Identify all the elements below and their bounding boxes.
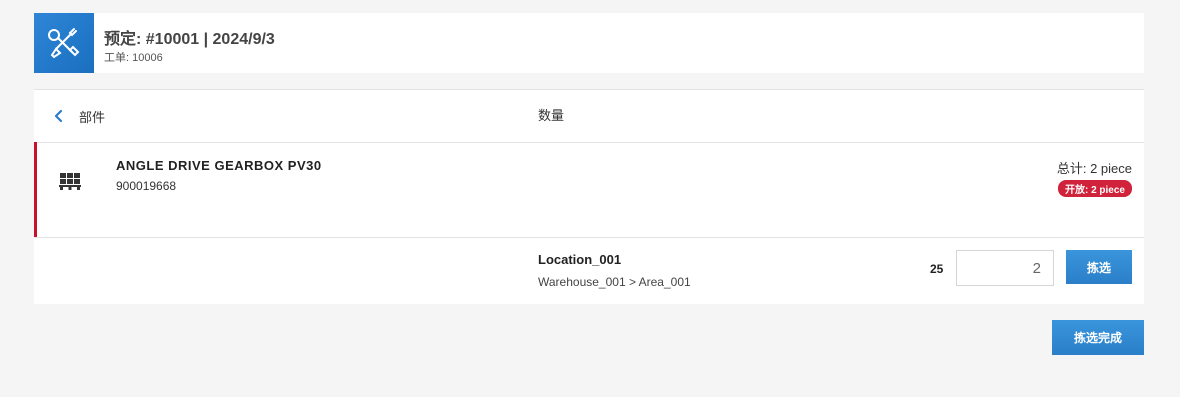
status-accent-bar <box>34 142 37 237</box>
location-path: Warehouse_001 > Area_001 <box>538 275 691 289</box>
order-header: 预定: #10001 | 2024/9/3 工单: 10006 <box>34 13 1144 73</box>
order-title: 预定: #10001 | 2024/9/3 <box>104 31 275 48</box>
tools-icon <box>34 13 94 73</box>
picking-panel: 部件 数量 ANGLE DRIVE GEARBOX PV30 900019668… <box>34 89 1144 304</box>
total-quantity: 总计: 2 piece <box>1056 161 1132 176</box>
column-header-part: 部件 <box>79 110 106 125</box>
open-quantity-badge: 开放: 2 piece <box>1057 180 1132 197</box>
pallet-icon <box>59 172 81 190</box>
pick-complete-button[interactable]: 拣选完成 <box>1052 320 1144 355</box>
table-header: 部件 数量 <box>34 90 1144 143</box>
pick-button[interactable]: 拣选 <box>1066 250 1132 284</box>
back-chevron-icon[interactable] <box>50 108 66 124</box>
part-name: ANGLE DRIVE GEARBOX PV30 <box>116 158 322 173</box>
part-row: ANGLE DRIVE GEARBOX PV30 900019668 总计: 2… <box>34 142 1144 238</box>
part-number: 900019668 <box>116 179 177 193</box>
pick-quantity-input[interactable] <box>956 250 1054 286</box>
location-row: Location_001 Warehouse_001 > Area_001 25… <box>34 238 1144 304</box>
work-order-label: 工单: 10006 <box>104 52 163 64</box>
location-name: Location_001 <box>538 252 622 267</box>
available-quantity: 25 <box>930 262 944 276</box>
column-header-quantity: 数量 <box>538 108 565 123</box>
